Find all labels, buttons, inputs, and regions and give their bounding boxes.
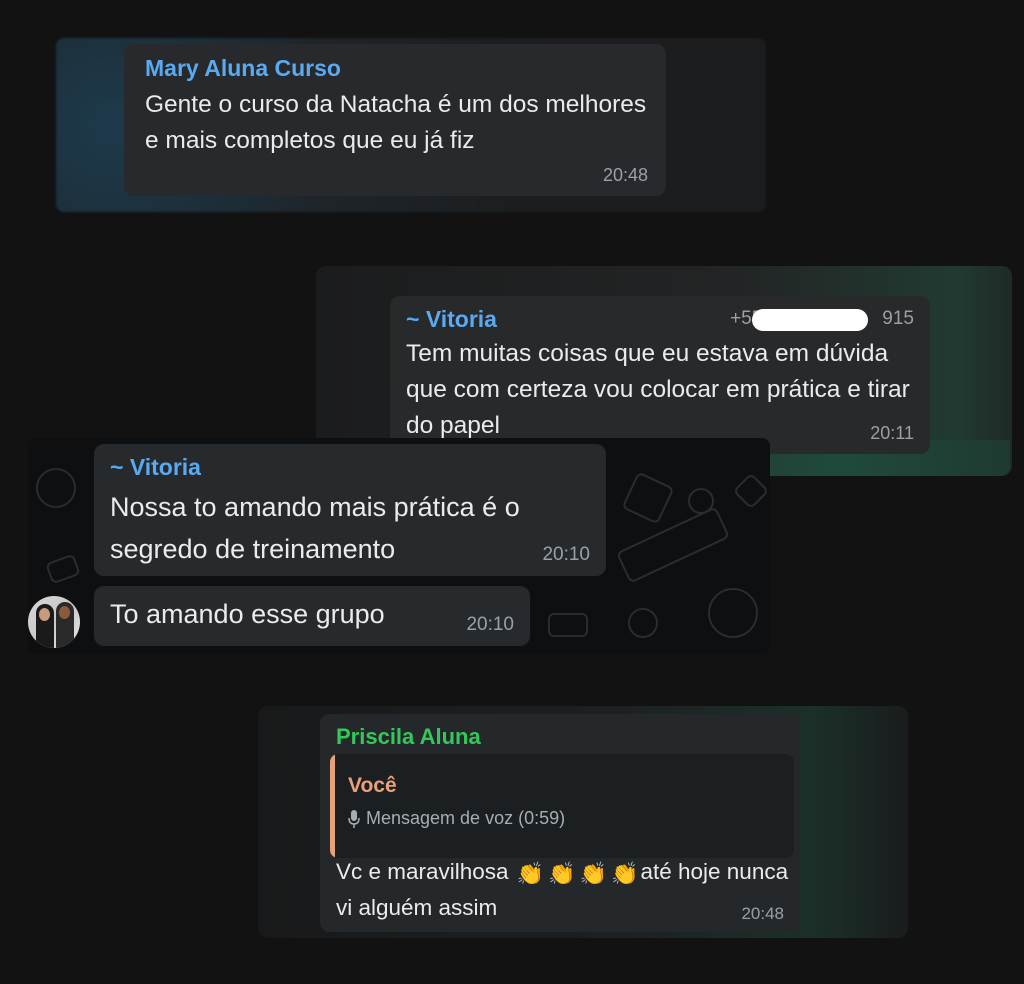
sender-name[interactable]: Priscila Aluna (336, 724, 481, 750)
avatar[interactable] (28, 596, 80, 648)
message-time: 20:11 (870, 423, 914, 443)
sender-name[interactable]: ~ Vitoria (406, 306, 497, 333)
message-text-start: Vc e maravilhosa (336, 859, 509, 884)
message-time: 20:10 (542, 544, 590, 565)
wallpaper-doodle (36, 468, 76, 508)
redaction-bar (752, 309, 868, 331)
mic-icon (348, 810, 360, 828)
message-bubble-3[interactable]: ~ Vitoria Nossa to amando mais prática é… (94, 444, 606, 576)
clapping-hands-emoji: 👏 (579, 861, 608, 886)
message-bubble-4[interactable]: To amando esse grupo 20:10 (94, 586, 530, 646)
wallpaper-doodle (621, 471, 675, 525)
message-text: Vc e maravilhosa 👏 👏 👏 👏até hoje nunca vi a… (336, 855, 796, 925)
avatar-face-right (59, 606, 70, 619)
message-time: 20:48 (741, 904, 784, 923)
wallpaper-doodle (628, 608, 658, 638)
wallpaper-doodle (548, 613, 588, 637)
sender-name[interactable]: ~ Vitoria (110, 454, 201, 481)
quote-accent-bar (330, 754, 335, 858)
quoted-reply[interactable]: Você Mensagem de voz (0:59) (330, 754, 794, 858)
message-bubble-1[interactable]: Mary Aluna Curso Gente o curso da Natach… (124, 44, 666, 196)
wallpaper-doodle (688, 488, 714, 514)
message-text: Nossa to amando mais prática é o segredo… (110, 492, 520, 564)
message-bubble-5[interactable]: Priscila Aluna Você Mensagem de voz (0:5… (320, 714, 800, 932)
message-bubble-2[interactable]: ~ Vitoria +55 915 Tem muitas coisas que e… (390, 296, 930, 454)
message-time: 20:48 (602, 165, 648, 185)
message-text: Gente o curso da Natacha é um dos melhor… (145, 91, 647, 154)
message-text: To amando esse grupo (110, 599, 385, 629)
clapping-hands-emoji: 👏 (516, 861, 545, 886)
wallpaper-doodle (708, 588, 758, 638)
quote-author: Você (348, 774, 397, 797)
message-text: Tem muitas coisas que eu estava em dúvid… (406, 340, 910, 439)
clapping-hands-emoji: 👏 (548, 861, 576, 886)
quote-text: Mensagem de voz (0:59) (366, 808, 566, 828)
sender-name[interactable]: Mary Aluna Curso (145, 55, 341, 82)
phone-suffix: 915 (882, 308, 914, 329)
wallpaper-doodle (615, 506, 731, 584)
message-time: 20:10 (466, 614, 514, 635)
wallpaper-doodle (45, 553, 81, 585)
screenshot-collage: Mary Aluna Curso Gente o curso da Natach… (0, 0, 1024, 984)
wallpaper-doodle (732, 472, 770, 510)
avatar-face-left (39, 608, 50, 621)
clapping-hands-emoji: 👏 (611, 861, 639, 886)
